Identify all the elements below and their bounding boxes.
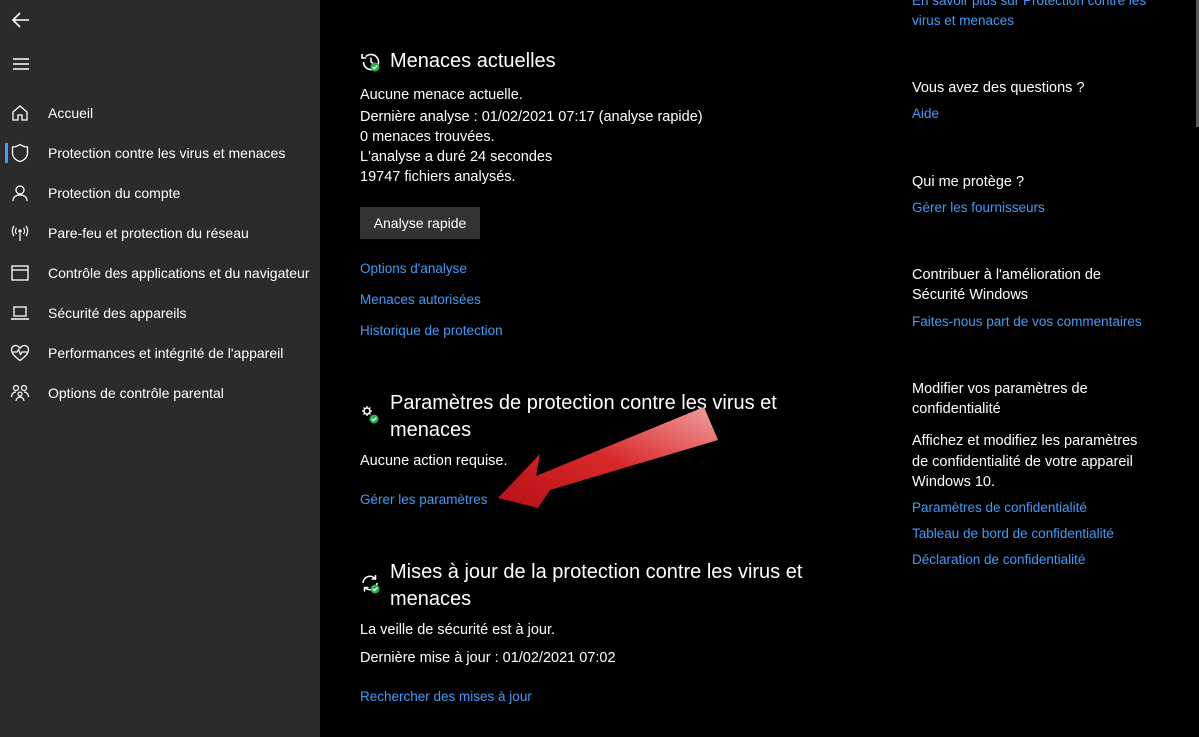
last-update: Dernière mise à jour : 01/02/2021 07:02: [360, 650, 616, 666]
sidebar-item-home[interactable]: Accueil: [0, 93, 320, 133]
hamburger-menu-icon[interactable]: [10, 53, 32, 75]
sidebar-item-label: Options de contrôle parental: [48, 385, 224, 401]
threat-history-check-icon: [360, 51, 382, 73]
sidebar-item-label: Protection contre les virus et menaces: [48, 145, 286, 161]
who-protects-heading: Qui me protège ?: [912, 174, 1025, 190]
sidebar-item-label: Performances et intégrité de l'appareil: [48, 345, 284, 361]
sidebar-item-family-options[interactable]: Options de contrôle parental: [0, 373, 320, 413]
check-updates-link[interactable]: Rechercher des mises à jour: [360, 689, 532, 704]
main-content: Menaces actuelles Aucune menace actuelle…: [320, 0, 880, 737]
scan-options-link[interactable]: Options d'analyse: [360, 261, 467, 276]
sidebar-item-account-protection[interactable]: Protection du compte: [0, 173, 320, 213]
shield-icon: [10, 143, 30, 163]
right-panel: En savoir plus sur Protection contre les…: [880, 0, 1180, 737]
protection-updates-title: Mises à jour de la protection contre les…: [390, 561, 803, 610]
threats-found: 0 menaces trouvées.: [360, 129, 495, 145]
update-sync-check-icon: [360, 573, 382, 595]
wireless-icon: [10, 223, 30, 243]
annotation-arrow: [498, 407, 718, 508]
last-scan: Dernière analyse : 01/02/2021 07:17 (ana…: [360, 109, 703, 125]
privacy-heading: Modifier vos paramètres de confidentiali…: [912, 381, 1088, 417]
privacy-description: Affichez et modifiez les paramètres de c…: [912, 433, 1138, 490]
sidebar-item-virus-protection[interactable]: Protection contre les virus et menaces: [0, 133, 320, 173]
allowed-threats-link[interactable]: Menaces autorisées: [360, 292, 481, 307]
help-link[interactable]: Aide: [912, 104, 1172, 124]
protection-history-link[interactable]: Historique de protection: [360, 323, 503, 338]
scan-duration: L'analyse a duré 24 secondes: [360, 149, 553, 165]
current-threats-title: Menaces actuelles: [390, 50, 556, 72]
sidebar-item-app-browser-control[interactable]: Contrôle des applications et du navigate…: [0, 253, 320, 293]
manage-providers-link[interactable]: Gérer les fournisseurs: [912, 198, 1172, 218]
sidebar-item-label: Contrôle des applications et du navigate…: [48, 265, 310, 281]
person-icon: [10, 183, 30, 203]
quick-scan-button[interactable]: Analyse rapide: [360, 207, 480, 239]
sidebar-item-device-security[interactable]: Sécurité des appareils: [0, 293, 320, 333]
sidebar-item-label: Accueil: [48, 105, 94, 121]
sidebar-item-label: Sécurité des appareils: [48, 305, 187, 321]
sidebar-item-label: Pare-feu et protection du réseau: [48, 225, 249, 241]
sidebar: Accueil Protection contre les virus et m…: [0, 0, 320, 737]
settings-status: Aucune action requise.: [360, 453, 508, 469]
family-icon: [10, 383, 30, 403]
feedback-link[interactable]: Faites-nous part de vos commentaires: [912, 312, 1172, 332]
privacy-settings-link[interactable]: Paramètres de confidentialité: [912, 498, 1172, 518]
back-arrow-icon[interactable]: [10, 9, 32, 31]
manage-settings-link[interactable]: Gérer les paramètres: [360, 492, 488, 507]
sidebar-item-label: Protection du compte: [48, 185, 181, 201]
heart-pulse-icon: [10, 343, 30, 363]
learn-more-link[interactable]: En savoir plus sur Protection contre les…: [912, 0, 1172, 31]
privacy-dashboard-link[interactable]: Tableau de bord de confidentialité: [912, 524, 1172, 544]
questions-heading: Vous avez des questions ?: [912, 80, 1085, 96]
sidebar-item-firewall[interactable]: Pare-feu et protection du réseau: [0, 213, 320, 253]
privacy-statement-link[interactable]: Déclaration de confidentialité: [912, 550, 1172, 570]
sidebar-item-device-performance[interactable]: Performances et intégrité de l'appareil: [0, 333, 320, 373]
settings-gears-check-icon: [360, 404, 382, 426]
home-icon: [10, 103, 30, 123]
files-scanned: 19747 fichiers analysés.: [360, 169, 516, 185]
laptop-icon: [10, 303, 30, 323]
browser-window-icon: [10, 263, 30, 283]
update-status: La veille de sécurité est à jour.: [360, 622, 556, 638]
improve-heading: Contribuer à l'amélioration de Sécurité …: [912, 267, 1101, 303]
threat-status: Aucune menace actuelle.: [360, 87, 523, 103]
